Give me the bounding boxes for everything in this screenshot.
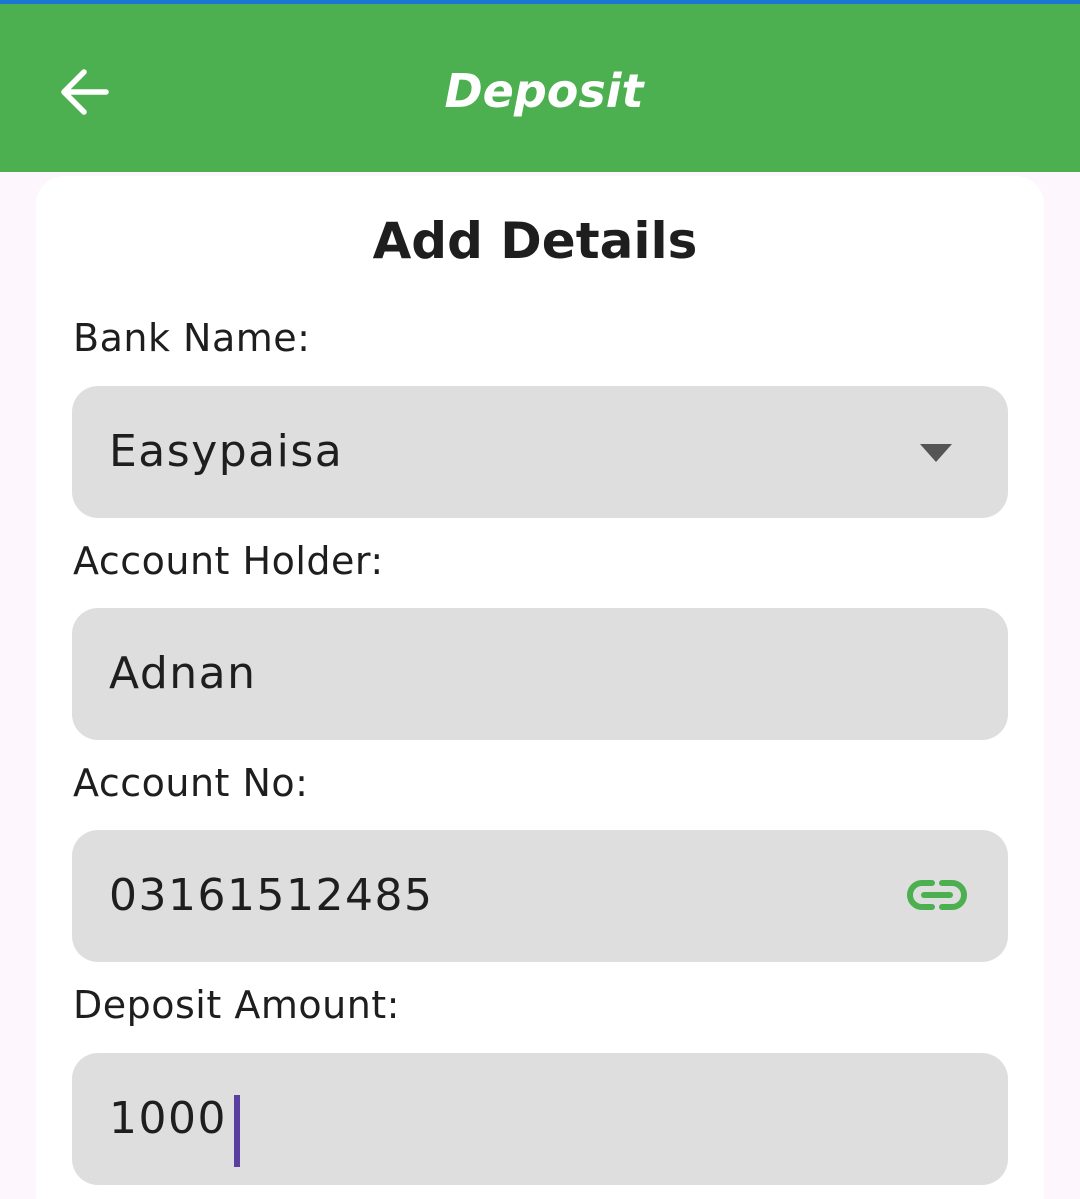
deposit-amount-field[interactable]: 1000	[72, 1053, 1008, 1185]
bank-name-dropdown[interactable]: Easypaisa	[72, 386, 1008, 518]
text-cursor	[234, 1095, 240, 1167]
bank-name-label: Bank Name:	[73, 316, 311, 360]
page-title: Deposit	[444, 64, 644, 118]
app-bar: Deposit	[0, 4, 1080, 172]
link-icon[interactable]	[906, 878, 968, 912]
dropdown-arrow-icon	[920, 444, 952, 462]
account-holder-label: Account Holder:	[73, 539, 384, 583]
deposit-amount-value: 1000	[109, 1093, 227, 1144]
deposit-amount-label: Deposit Amount:	[73, 983, 400, 1027]
account-holder-field[interactable]: Adnan	[72, 608, 1008, 740]
account-holder-value: Adnan	[109, 648, 257, 699]
account-no-label: Account No:	[73, 761, 309, 805]
account-no-field[interactable]: 03161512485	[72, 830, 1008, 962]
bank-name-value: Easypaisa	[109, 426, 344, 477]
card-title: Add Details	[372, 212, 698, 270]
account-no-value: 03161512485	[109, 870, 434, 921]
